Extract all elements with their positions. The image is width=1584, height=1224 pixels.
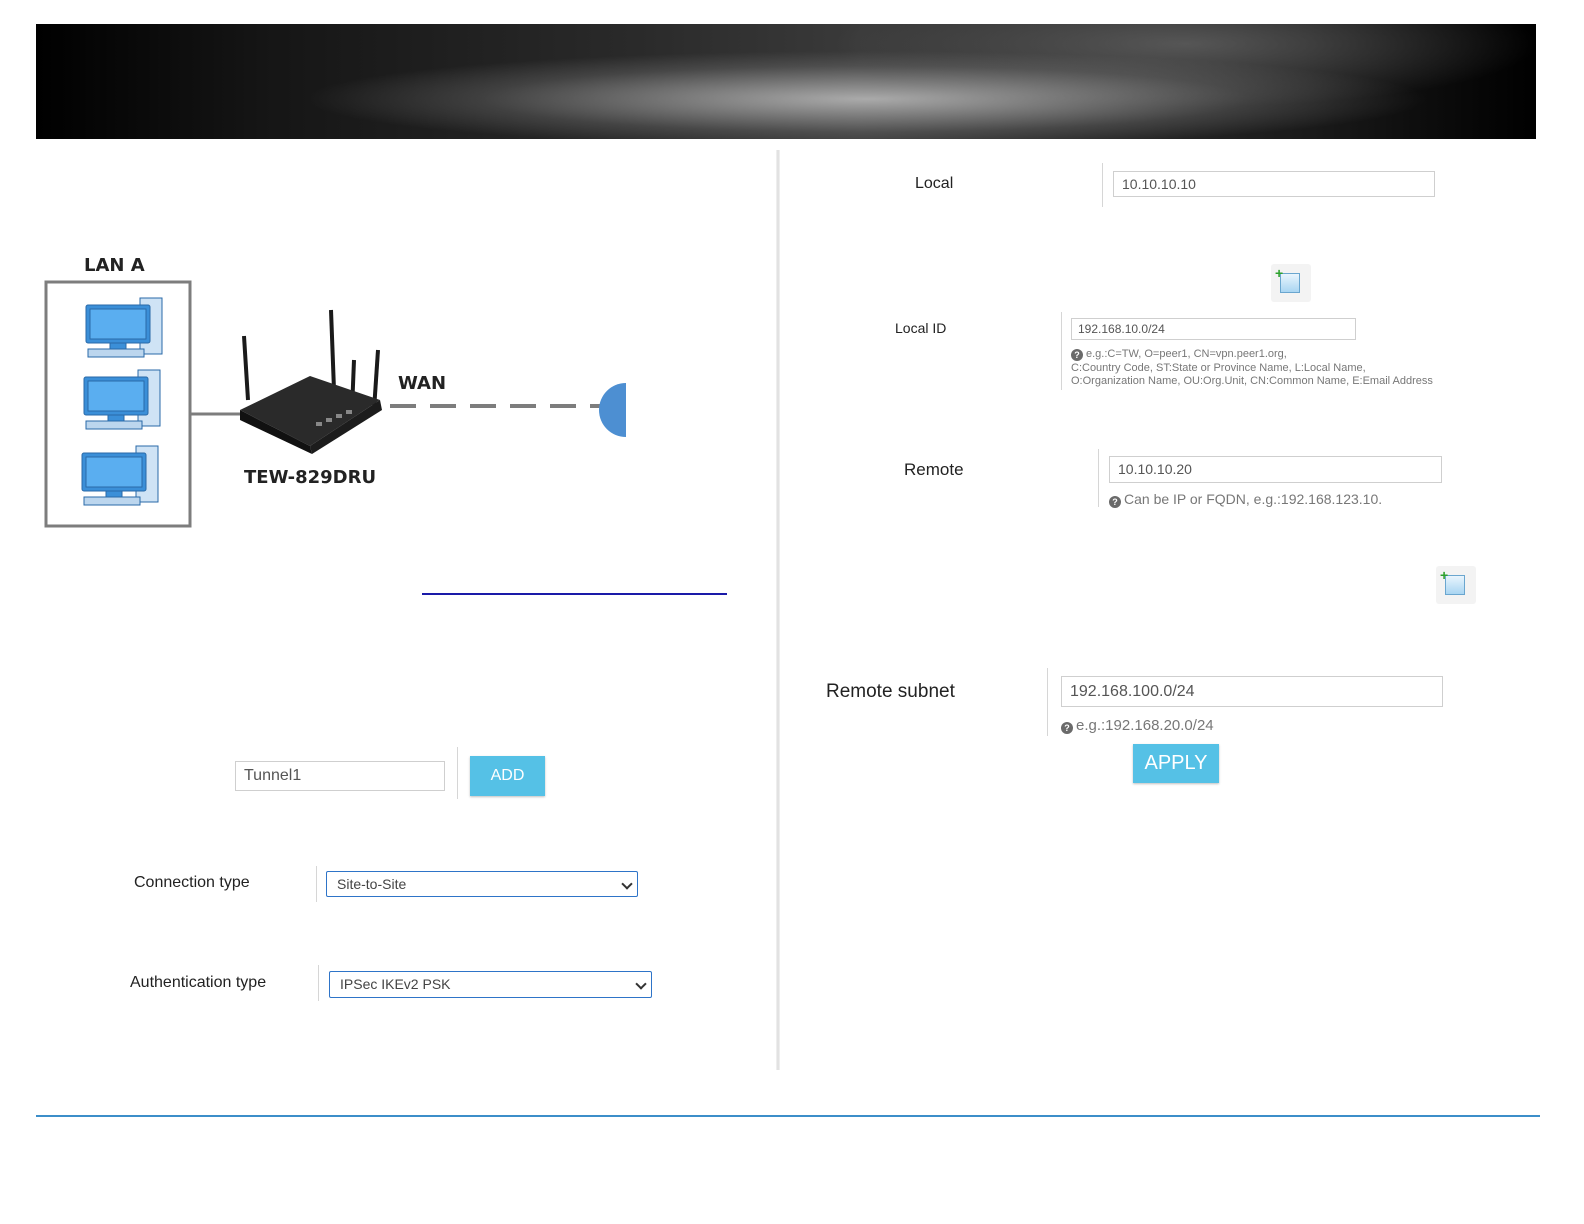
network-diagram: LAN A WAN TEW-829DRU xyxy=(40,250,640,540)
local-id-hint: ? e.g.:C=TW, O=peer1, CN=vpn.peer1.org, C… xyxy=(1071,348,1433,389)
column-divider xyxy=(776,150,780,1070)
tunnel-name-value: Tunnel1 xyxy=(244,767,302,784)
local-id-label: Local ID xyxy=(895,320,947,336)
local-id-hint-line1: e.g.:C=TW, O=peer1, CN=vpn.peer1.org, xyxy=(1086,348,1287,360)
local-separator xyxy=(1102,163,1103,207)
help-icon: ? xyxy=(1071,349,1083,361)
network-diagram-graphic xyxy=(44,280,626,528)
footer-rule xyxy=(36,1115,1540,1117)
header-banner xyxy=(36,24,1536,139)
authentication-type-separator xyxy=(318,965,319,1001)
chevron-down-icon xyxy=(621,878,633,890)
tunnel-name-input[interactable]: Tunnel1 xyxy=(235,761,445,791)
connection-type-label: Connection type xyxy=(134,874,250,891)
tunnel-separator xyxy=(457,747,458,799)
remote-hint: ? Can be IP or FQDN, e.g.:192.168.123.10. xyxy=(1109,492,1382,508)
remote-subnet-input[interactable]: 192.168.100.0/24 xyxy=(1061,676,1443,707)
remote-hint-text: Can be IP or FQDN, e.g.:192.168.123.10. xyxy=(1124,491,1383,507)
local-id-input[interactable]: 192.168.10.0/24 xyxy=(1071,318,1356,340)
remote-input[interactable]: 10.10.10.20 xyxy=(1109,456,1442,483)
authentication-type-select[interactable]: IPSec IKEv2 PSK xyxy=(329,971,652,998)
router-icon xyxy=(240,309,382,454)
cloud-icon xyxy=(599,383,626,437)
add-local-id-icon[interactable]: + xyxy=(1271,264,1311,302)
computer-icon xyxy=(81,445,159,506)
help-icon: ? xyxy=(1109,496,1121,508)
remote-value: 10.10.10.20 xyxy=(1118,461,1192,477)
remote-label: Remote xyxy=(904,460,964,479)
local-value: 10.10.10.10 xyxy=(1122,176,1196,192)
authentication-type-label: Authentication type xyxy=(130,974,267,991)
router-label: TEW-829DRU xyxy=(244,467,377,488)
help-icon: ? xyxy=(1061,722,1073,734)
local-id-value: 192.168.10.0/24 xyxy=(1078,322,1165,336)
lan-label: LAN A xyxy=(84,255,145,276)
local-id-hint-line2: C:Country Code, ST:State or Province Nam… xyxy=(1071,361,1366,374)
local-label: Local xyxy=(915,175,954,192)
remote-subnet-value: 192.168.100.0/24 xyxy=(1070,683,1195,700)
computer-icon xyxy=(85,297,163,358)
computer-icon xyxy=(83,369,161,430)
local-input[interactable]: 10.10.10.10 xyxy=(1113,171,1435,197)
link-underline xyxy=(422,593,727,595)
local-id-separator xyxy=(1061,312,1062,390)
add-remote-subnet-icon[interactable]: + xyxy=(1436,566,1476,604)
remote-separator xyxy=(1098,449,1099,507)
remote-subnet-hint-text: e.g.:192.168.20.0/24 xyxy=(1076,717,1214,734)
apply-button[interactable]: APPLY xyxy=(1133,744,1219,783)
remote-subnet-separator xyxy=(1047,668,1048,736)
add-button[interactable]: ADD xyxy=(470,756,545,796)
connection-type-value: Site-to-Site xyxy=(337,876,407,892)
local-id-hint-line3: O:Organization Name, OU:Org.Unit, CN:Com… xyxy=(1071,375,1433,387)
remote-subnet-hint: ? e.g.:192.168.20.0/24 xyxy=(1061,717,1214,734)
connection-type-select[interactable]: Site-to-Site xyxy=(326,871,638,897)
wan-label: WAN xyxy=(398,373,447,394)
connection-type-separator xyxy=(316,866,317,902)
remote-subnet-label: Remote subnet xyxy=(826,681,955,702)
authentication-type-value: IPSec IKEv2 PSK xyxy=(340,976,451,992)
chevron-down-icon xyxy=(635,978,647,990)
